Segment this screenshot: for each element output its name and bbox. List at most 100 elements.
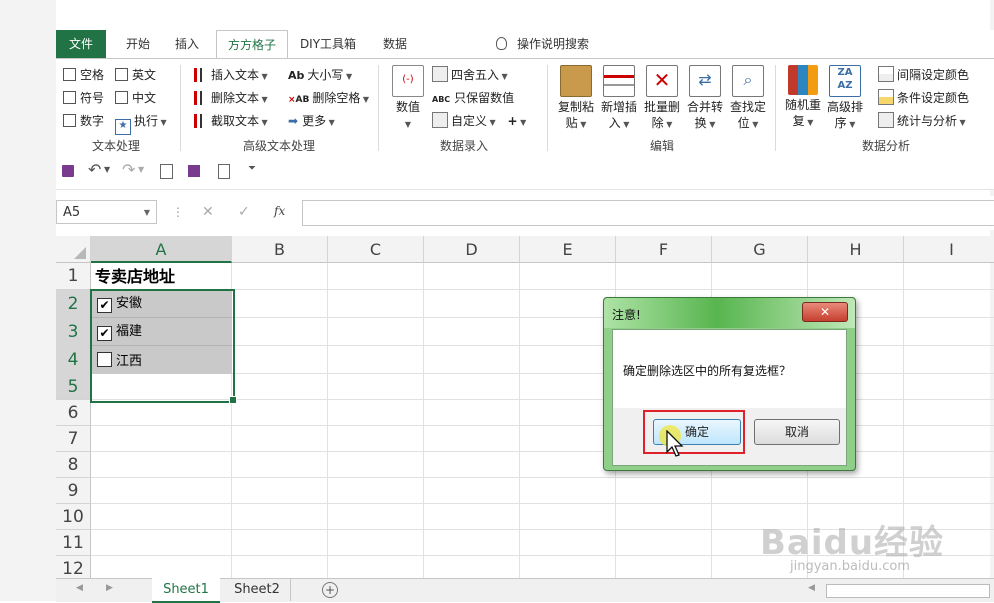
scroll-left-icon[interactable]: ◀ xyxy=(76,583,83,593)
baidu-watermark: Baidu经验 xyxy=(760,523,945,563)
dialog-title: 注意! xyxy=(612,308,641,322)
number-value-button[interactable]: (-) 数值 ▼ xyxy=(390,65,426,133)
row-header-8[interactable]: 8 xyxy=(56,452,91,478)
cancel-entry-icon[interactable]: ✕ xyxy=(202,204,214,220)
row-header-11[interactable]: 11 xyxy=(56,530,91,556)
column-header-f[interactable]: F xyxy=(616,236,712,263)
column-header-g[interactable]: G xyxy=(712,236,808,263)
sheet-tab-sheet2[interactable]: Sheet2 xyxy=(224,579,291,601)
insert-new-button[interactable]: 新增插入 ▼ xyxy=(598,65,640,133)
cell-a2-checkbox[interactable]: ✔ 安徽 xyxy=(97,296,142,313)
checkbox-space[interactable]: 空格 xyxy=(63,66,104,84)
scroll-right-icon[interactable]: ▶ xyxy=(106,583,113,593)
statistics-button[interactable]: 统计与分析 ▼ xyxy=(878,112,966,130)
row-header-4[interactable]: 4 xyxy=(56,346,91,374)
checkbox-checked-icon[interactable]: ✔ xyxy=(97,326,112,341)
row-header-9[interactable]: 9 xyxy=(56,478,91,504)
new-document-icon[interactable] xyxy=(218,164,230,179)
find-locate-button[interactable]: ⌕ 查找定位 ▼ xyxy=(727,65,769,133)
clipboard-icon xyxy=(560,65,592,97)
select-all-corner[interactable] xyxy=(56,236,91,263)
insert-function-icon[interactable]: fx xyxy=(274,204,285,218)
group-label-data-entry: 数据录入 xyxy=(439,139,488,153)
formula-input[interactable] xyxy=(302,200,994,226)
batch-delete-button[interactable]: ✕ 批量删除 ▼ xyxy=(641,65,683,133)
cell-a4-checkbox[interactable]: 江西 xyxy=(97,352,142,369)
checkbox-unchecked-icon[interactable] xyxy=(97,352,112,367)
interval-color-icon xyxy=(878,66,894,82)
case-button[interactable]: Ab 大小写 ▼ xyxy=(288,66,352,84)
hscroll-left-icon[interactable]: ◀ xyxy=(808,583,815,593)
delete-text-button[interactable]: 删除文本 ▼ xyxy=(194,89,268,107)
fill-handle[interactable] xyxy=(229,396,237,404)
horizontal-scrollbar[interactable] xyxy=(826,584,990,598)
tab-insert[interactable]: 插入 xyxy=(164,30,210,58)
sheet-tab-bar: ◀ ▶ Sheet1 Sheet2 + ◀ xyxy=(56,578,994,603)
copy-paste-button[interactable]: 复制粘贴 ▼ xyxy=(555,65,597,133)
name-box[interactable]: A5 ▼ xyxy=(56,200,157,224)
column-header-c[interactable]: C xyxy=(328,236,424,263)
insert-text-button[interactable]: 插入文本 ▼ xyxy=(194,66,268,84)
batch-delete-icon: ✕ xyxy=(646,65,678,97)
execute-button[interactable]: ★ 执行 ▼ xyxy=(115,112,167,135)
random-repeat-button[interactable]: 随机重复 ▼ xyxy=(782,65,824,131)
tab-diy-toolbox[interactable]: DIY工具箱 xyxy=(294,30,362,58)
custom-button[interactable]: 自定义 ▼ + ▼ xyxy=(432,112,526,130)
more-button[interactable]: ➡ 更多 ▼ xyxy=(288,112,335,130)
delete-space-button[interactable]: ×AB 删除空格 ▼ xyxy=(288,89,369,107)
column-header-e[interactable]: E xyxy=(520,236,616,263)
row-header-3[interactable]: 3 xyxy=(56,318,91,346)
merge-convert-button[interactable]: ⇄ 合并转换 ▼ xyxy=(684,65,726,133)
cancel-button[interactable]: 取消 xyxy=(754,419,840,445)
checkbox-symbol[interactable]: 符号 xyxy=(63,89,104,107)
save-as-icon[interactable] xyxy=(188,165,200,177)
add-sheet-icon[interactable]: + xyxy=(322,582,338,598)
tell-me-search[interactable]: 操作说明搜索 xyxy=(496,30,606,58)
checkbox-checked-icon[interactable]: ✔ xyxy=(97,298,112,313)
column-header-h[interactable]: H xyxy=(808,236,904,263)
redo-dropdown-icon[interactable]: ▼ xyxy=(138,165,144,174)
print-preview-icon[interactable] xyxy=(160,164,173,179)
add-icon: + xyxy=(507,114,518,128)
row-header-7[interactable]: 7 xyxy=(56,426,91,452)
advanced-sort-button[interactable]: ZA AZ 高级排序 ▼ xyxy=(824,65,866,133)
save-icon[interactable] xyxy=(62,165,74,177)
checkbox-chinese[interactable]: 中文 xyxy=(115,89,156,107)
undo-icon[interactable]: ↶ xyxy=(88,160,101,179)
sheet-tab-sheet1[interactable]: Sheet1 xyxy=(152,578,220,603)
tab-data[interactable]: 数据 xyxy=(372,30,418,58)
condition-color-button[interactable]: 条件设定颜色 xyxy=(878,89,969,107)
lightbulb-icon xyxy=(496,37,507,50)
row-header-2[interactable]: 2 xyxy=(56,290,91,318)
redo-icon[interactable]: ↷ xyxy=(122,160,135,179)
confirm-entry-icon[interactable]: ✓ xyxy=(238,204,250,220)
row-header-12[interactable]: 12 xyxy=(56,556,91,578)
undo-dropdown-icon[interactable]: ▼ xyxy=(104,165,110,174)
row-header-6[interactable]: 6 xyxy=(56,400,91,426)
column-header-i[interactable]: I xyxy=(904,236,994,263)
tab-fangfang[interactable]: 方方格子 xyxy=(216,30,288,59)
column-header-a[interactable]: A xyxy=(91,236,232,263)
group-label-advanced-text: 高级文本处理 xyxy=(242,139,315,153)
row-header-10[interactable]: 10 xyxy=(56,504,91,530)
cell-a3-checkbox[interactable]: ✔ 福建 xyxy=(97,324,142,341)
checkbox-english[interactable]: 英文 xyxy=(115,66,156,84)
row-header-5[interactable]: 5 xyxy=(56,374,91,400)
interval-color-button[interactable]: 间隔设定颜色 xyxy=(878,66,969,84)
tab-home[interactable]: 开始 xyxy=(116,30,160,58)
condition-color-icon xyxy=(878,89,894,105)
extract-text-button[interactable]: 截取文本 ▼ xyxy=(194,112,268,130)
tab-file[interactable]: 文件 xyxy=(56,30,106,58)
merge-convert-icon: ⇄ xyxy=(689,65,721,97)
row-header-1[interactable]: 1 xyxy=(56,263,91,290)
column-header-d[interactable]: D xyxy=(424,236,520,263)
baidu-watermark-url: jingyan.baidu.com xyxy=(790,559,910,574)
ab-space-icon: ×AB xyxy=(288,95,310,105)
customize-toolbar-icon[interactable]: ⏷ xyxy=(248,163,256,174)
keep-numbers-button[interactable]: ABC 只保留数值 xyxy=(432,89,514,107)
cell-a1[interactable]: 专卖店地址 xyxy=(95,264,175,290)
round-button[interactable]: 四舍五入 ▼ xyxy=(432,66,508,84)
dialog-close-button[interactable]: ✕ xyxy=(802,302,848,322)
column-header-b[interactable]: B xyxy=(232,236,328,263)
checkbox-number[interactable]: 数字 xyxy=(63,112,104,130)
